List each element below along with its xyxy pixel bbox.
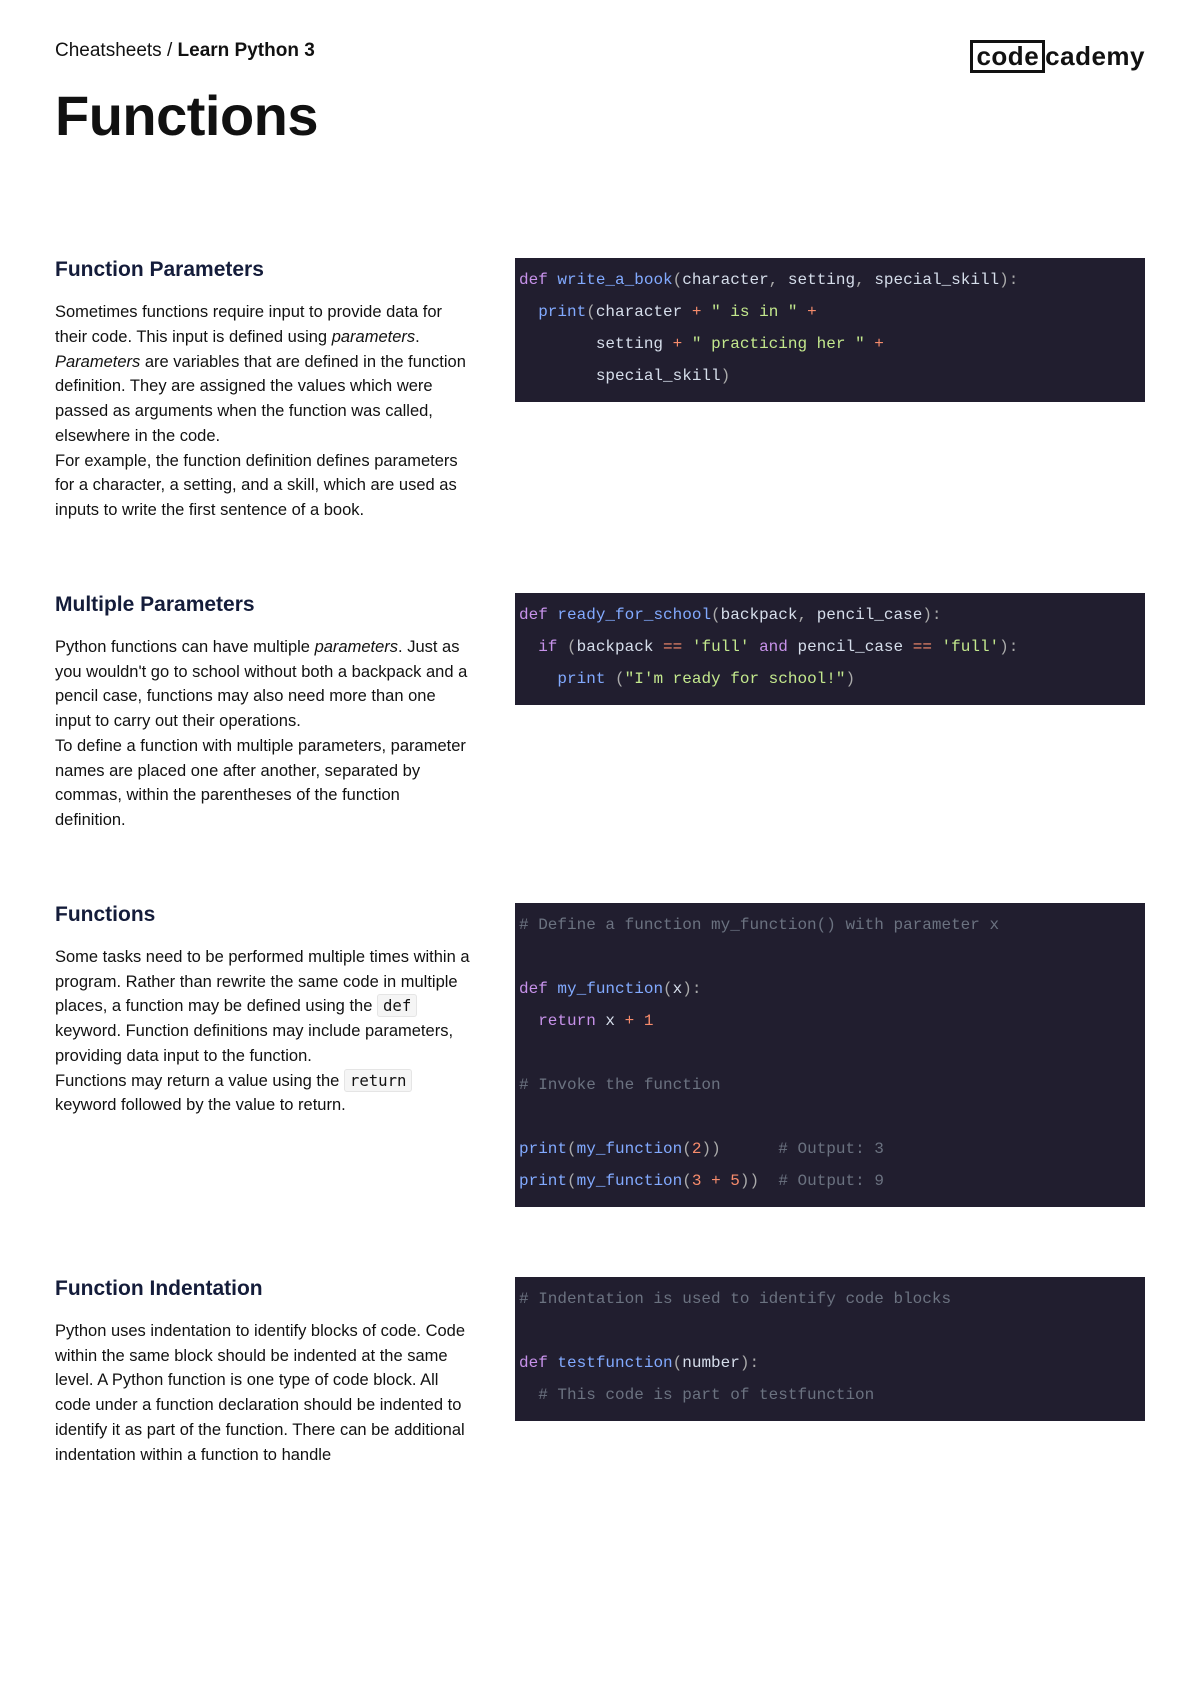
section-heading: Function Indentation (55, 1277, 475, 1301)
section-text: Function Indentation Python uses indentat… (55, 1277, 475, 1468)
codecademy-logo: codecademy (970, 40, 1145, 73)
section-heading: Function Parameters (55, 258, 475, 282)
code-block: def write_a_book(character, setting, spe… (515, 258, 1145, 402)
section-text: Multiple Parameters Python functions can … (55, 593, 475, 833)
section: Functions Some tasks need to be performed… (55, 903, 1145, 1207)
section-code: # Indentation is used to identify code b… (515, 1277, 1145, 1421)
section-code: # Define a function my_function() with p… (515, 903, 1145, 1207)
code-block: # Define a function my_function() with p… (515, 903, 1145, 1207)
code-block: # Indentation is used to identify code b… (515, 1277, 1145, 1421)
page-title: Functions (55, 83, 1145, 148)
section-text: Functions Some tasks need to be performed… (55, 903, 475, 1118)
section-body: Sometimes functions require input to pro… (55, 300, 475, 523)
section-body: Some tasks need to be performed multiple… (55, 945, 475, 1118)
code-block: def ready_for_school(backpack, pencil_ca… (515, 593, 1145, 705)
section-text: Function Parameters Sometimes functions r… (55, 258, 475, 523)
section-code: def write_a_book(character, setting, spe… (515, 258, 1145, 402)
section-body: Python uses indentation to identify bloc… (55, 1319, 475, 1468)
breadcrumb-course: Learn Python 3 (178, 40, 315, 61)
page-header: Cheatsheets / Learn Python 3 codecademy (55, 40, 1145, 73)
section: Multiple Parameters Python functions can … (55, 593, 1145, 833)
section: Function Indentation Python uses indentat… (55, 1277, 1145, 1468)
section: Function Parameters Sometimes functions r… (55, 258, 1145, 523)
section-code: def ready_for_school(backpack, pencil_ca… (515, 593, 1145, 705)
breadcrumb: Cheatsheets / Learn Python 3 (55, 40, 315, 62)
breadcrumb-root: Cheatsheets (55, 40, 162, 61)
section-heading: Functions (55, 903, 475, 927)
logo-boxed: code (970, 40, 1045, 73)
section-body: Python functions can have multiple param… (55, 635, 475, 833)
breadcrumb-sep: / (167, 40, 172, 61)
logo-rest: cademy (1045, 41, 1145, 72)
section-heading: Multiple Parameters (55, 593, 475, 617)
